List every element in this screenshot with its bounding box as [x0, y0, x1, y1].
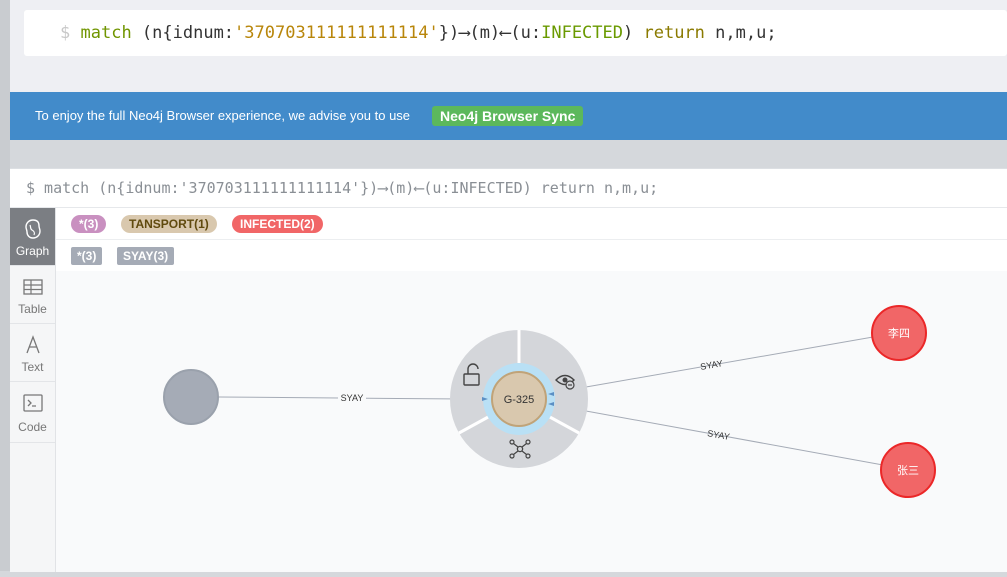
sidebar-item-label: Graph	[15, 244, 50, 258]
query-label: INFECTED	[541, 23, 623, 43]
edge-label: SYAY	[706, 428, 730, 442]
query-part: })⟶(m)⟵(u:	[438, 23, 542, 43]
rel-type-legend: *(3) SYAY(3)	[56, 240, 1007, 272]
query-keyword-match: match	[80, 23, 132, 43]
query-part: n,m,u;	[704, 23, 777, 43]
query-text[interactable]: $ match (n{idnum:'370703111111111114'})⟶…	[60, 10, 777, 56]
prompt-symbol: $	[60, 23, 71, 43]
sidebar-item-code[interactable]: Code	[10, 382, 55, 443]
node-radial-menu[interactable]: G-325	[450, 330, 588, 468]
legend-node-infected[interactable]: INFECTED(2)	[232, 215, 323, 233]
query-part: (n{idnum:	[131, 23, 235, 43]
browser-sync-button[interactable]: Neo4j Browser Sync	[432, 106, 584, 126]
sync-banner: To enjoy the full Neo4j Browser experien…	[10, 92, 1007, 140]
text-icon	[26, 335, 40, 354]
legend-rel-syay[interactable]: SYAY(3)	[117, 247, 175, 265]
legend-rel-all[interactable]: *(3)	[71, 247, 103, 265]
sidebar-item-label: Text	[21, 360, 44, 374]
table-icon	[23, 279, 43, 295]
legend-node-all[interactable]: *(3)	[71, 215, 107, 233]
sidebar-item-table[interactable]: Table	[10, 266, 55, 324]
query-editor[interactable]: $ match (n{idnum:'370703111111111114'})⟶…	[24, 10, 1007, 56]
sidebar-item-label: Table	[18, 302, 47, 316]
sidebar-item-text[interactable]: Text	[10, 324, 55, 382]
sidebar-item-graph[interactable]: Graph	[10, 208, 55, 266]
graph-canvas[interactable]: SYAY SYAY SYAY G-325 李四 张三	[56, 271, 1007, 572]
sidebar-item-label: Code	[18, 420, 47, 434]
graph-node[interactable]	[163, 369, 219, 425]
frame-title[interactable]: $ match (n{idnum:'370703111111111114'})⟶…	[10, 169, 1007, 208]
graph-svg[interactable]: SYAY SYAY SYAY G-325 李四 张三	[56, 271, 1007, 572]
view-sidebar: Graph Table Text Code	[10, 208, 56, 572]
node-caption: 李四	[888, 326, 910, 340]
left-rail	[0, 0, 10, 571]
editor-area: $ match (n{idnum:'370703111111111114'})⟶…	[10, 0, 1007, 92]
query-part: )	[623, 23, 644, 43]
edge-line[interactable]	[585, 336, 874, 388]
graph-icon	[25, 219, 41, 239]
node-caption: G-325	[504, 394, 535, 406]
node-label-legend: *(3) TANSPORT(1) INFECTED(2)	[56, 208, 1007, 240]
edge-line[interactable]	[585, 410, 884, 466]
legend-node-tansport[interactable]: TANSPORT(1)	[121, 215, 217, 233]
frame-query[interactable]: $ match (n{idnum:'370703111111111114'})⟶…	[26, 169, 658, 207]
query-keyword-return: return	[643, 23, 705, 43]
node-caption: 张三	[897, 464, 919, 477]
edge-label: SYAY	[341, 393, 364, 403]
code-icon	[23, 394, 43, 412]
query-string: '370703111111111114'	[234, 23, 439, 43]
banner-text: To enjoy the full Neo4j Browser experien…	[35, 108, 411, 123]
edge-label: SYAY	[699, 358, 723, 372]
result-frame: $ match (n{idnum:'370703111111111114'})⟶…	[10, 168, 1007, 572]
